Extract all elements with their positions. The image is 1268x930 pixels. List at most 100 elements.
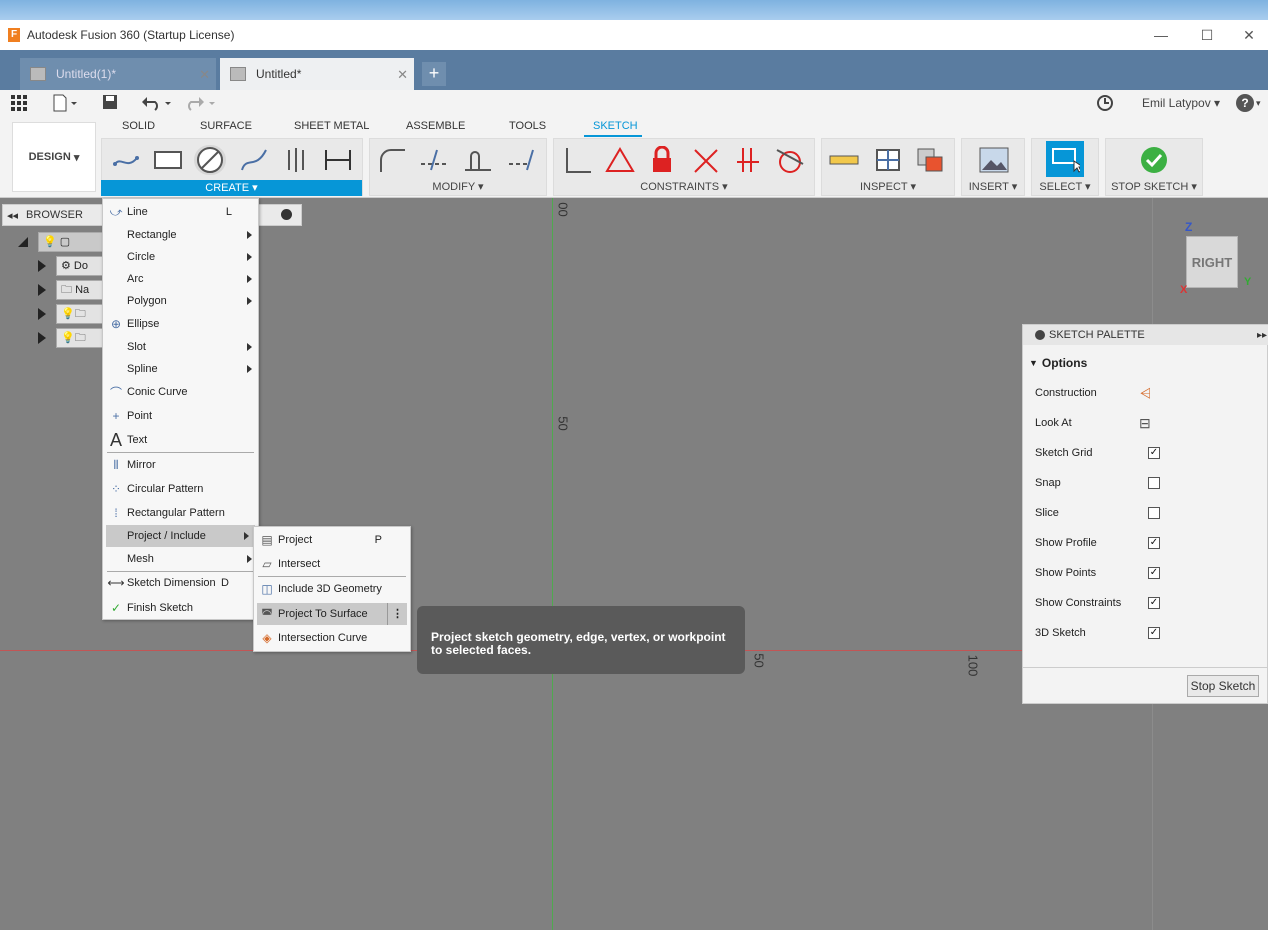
line-tool-icon[interactable] — [110, 145, 142, 175]
menu-item-point[interactable]: + Point — [103, 405, 258, 427]
menu-item-mirror[interactable]: ⫴ Mirror — [103, 454, 258, 476]
offset-tool-icon[interactable] — [462, 145, 494, 175]
menu-item-arc[interactable]: Arc — [103, 268, 258, 290]
menu-item-circle[interactable]: Circle — [103, 246, 258, 268]
finish-sketch-check-icon[interactable] — [1138, 145, 1170, 175]
select-dropdown[interactable]: SELECT ▾ — [1032, 180, 1098, 193]
minimize-browser-icon[interactable] — [281, 209, 292, 220]
spline-tool-icon[interactable] — [238, 145, 270, 175]
select-tool-icon[interactable] — [1046, 141, 1084, 177]
menu-item-sketch-dimension[interactable]: ⟷ Sketch Dimension D — [103, 572, 258, 594]
tangent-constraint-icon[interactable] — [774, 145, 806, 175]
close-tab-icon[interactable]: ✕ — [397, 67, 408, 83]
tree-item-sketches[interactable]: 💡🗀 — [38, 328, 106, 348]
menu-item-spline[interactable]: Spline — [103, 358, 258, 380]
3d-sketch-checkbox[interactable]: ✓ — [1148, 627, 1160, 639]
expand-triangle-icon[interactable] — [38, 284, 46, 296]
circle-tool-icon[interactable] — [194, 145, 226, 175]
snap-checkbox[interactable] — [1148, 477, 1160, 489]
construction-toggle-icon[interactable]: ⩤ — [1140, 385, 1151, 402]
file-menu-icon[interactable] — [52, 94, 78, 112]
show-profile-checkbox[interactable]: ✓ — [1148, 537, 1160, 549]
menu-item-project-to-surface[interactable]: ◚ Project To Surface ⋮ — [257, 603, 407, 625]
stop-sketch-button[interactable]: Stop Sketch — [1187, 675, 1259, 697]
menu-item-line[interactable]: ⤻ Line L — [103, 201, 258, 223]
menu-item-intersection-curve[interactable]: ◈ Intersection Curve — [254, 627, 410, 649]
menu-item-text[interactable]: A Text — [103, 429, 258, 451]
insert-image-icon[interactable] — [978, 145, 1010, 175]
tab-untitled[interactable]: Untitled* ✕ — [220, 58, 414, 90]
expand-triangle-icon[interactable] — [38, 332, 46, 344]
rectangle-tool-icon[interactable] — [152, 145, 184, 175]
tab-sheet-metal[interactable]: SHEET METAL — [294, 120, 369, 132]
redo-icon[interactable] — [186, 94, 218, 112]
horizontal-vertical-constraint-icon[interactable] — [560, 145, 592, 175]
expand-palette-icon[interactable]: ▸▸ — [1257, 330, 1267, 341]
trim-tool-icon[interactable] — [418, 145, 450, 175]
parallel-constraint-icon[interactable] — [732, 145, 764, 175]
tab-tools[interactable]: TOOLS — [509, 120, 546, 132]
maximize-icon[interactable]: ☐ — [1184, 20, 1230, 50]
tree-item-origin[interactable]: 💡🗀 — [38, 304, 106, 324]
menu-item-rectangle[interactable]: Rectangle — [103, 224, 258, 246]
menu-item-intersect[interactable]: ▱ Intersect — [254, 553, 410, 575]
tree-root[interactable]: 💡 ▢ — [18, 232, 108, 252]
collapse-browser-icon[interactable]: ◂◂ — [7, 209, 18, 222]
menu-item-project[interactable]: ▤ Project P — [254, 529, 410, 551]
job-status-clock-icon[interactable] — [1096, 94, 1114, 112]
tab-surface[interactable]: SURFACE — [200, 120, 252, 132]
modify-dropdown[interactable]: MODIFY ▾ — [370, 180, 546, 193]
sketch-grid-checkbox[interactable]: ✓ — [1148, 447, 1160, 459]
tree-item-document-settings[interactable]: ⚙ Do — [38, 256, 106, 276]
show-points-checkbox[interactable]: ✓ — [1148, 567, 1160, 579]
help-icon[interactable]: ? — [1236, 94, 1254, 112]
tree-item-named-views[interactable]: 🗀 Na — [38, 280, 106, 300]
menu-item-include-3d-geometry[interactable]: ◫ Include 3D Geometry — [254, 578, 410, 600]
close-tab-icon[interactable]: ✕ — [199, 67, 210, 83]
viewcube[interactable]: RIGHT — [1186, 236, 1238, 288]
menu-item-rectangular-pattern[interactable]: ⁞ Rectangular Pattern — [103, 502, 258, 524]
menu-item-polygon[interactable]: Polygon — [103, 290, 258, 312]
expand-triangle-icon[interactable] — [38, 260, 46, 272]
tab-untitled-1[interactable]: Untitled(1)* ✕ — [20, 58, 216, 90]
save-icon[interactable] — [102, 94, 118, 112]
workspace-switcher[interactable]: DESIGN ▾ — [12, 122, 96, 192]
options-section-header[interactable]: ▼ Options — [1029, 353, 1249, 373]
sketch-dimension-tool-icon[interactable] — [322, 145, 354, 175]
minimize-icon[interactable]: — — [1138, 20, 1184, 50]
apps-grid-icon[interactable] — [10, 94, 28, 112]
tab-assemble[interactable]: ASSEMBLE — [406, 120, 465, 132]
expand-triangle-icon[interactable] — [38, 308, 46, 320]
more-options-icon[interactable]: ⋮ — [387, 603, 407, 625]
help-dropdown-icon[interactable]: ▾ — [1256, 94, 1261, 112]
user-account-menu[interactable]: Emil Latypov ▾ — [1142, 94, 1220, 112]
constraints-dropdown[interactable]: CONSTRAINTS ▾ — [554, 180, 814, 193]
menu-item-project-include[interactable]: Project / Include — [106, 525, 255, 547]
fillet-tool-icon[interactable] — [376, 145, 408, 175]
section-analysis-icon[interactable] — [872, 145, 904, 175]
perpendicular-constraint-icon[interactable] — [690, 145, 722, 175]
slice-checkbox[interactable] — [1148, 507, 1160, 519]
show-constraints-checkbox[interactable]: ✓ — [1148, 597, 1160, 609]
tab-solid[interactable]: SOLID — [122, 120, 155, 132]
menu-item-conic-curve[interactable]: ⌒ Conic Curve — [103, 381, 258, 403]
expanded-triangle-icon[interactable] — [18, 237, 28, 247]
mirror-tool-icon[interactable] — [280, 145, 312, 175]
stop-sketch-dropdown[interactable]: STOP SKETCH ▾ — [1106, 180, 1202, 193]
create-dropdown[interactable]: CREATE ▾ — [101, 180, 362, 196]
look-at-icon[interactable]: ⊟ — [1139, 415, 1151, 432]
insert-dropdown[interactable]: INSERT ▾ — [962, 180, 1024, 193]
menu-item-ellipse[interactable]: ⊕ Ellipse — [103, 313, 258, 335]
collapse-palette-icon[interactable] — [1035, 330, 1045, 340]
menu-item-mesh[interactable]: Mesh — [103, 548, 258, 570]
inspect-dropdown[interactable]: INSPECT ▾ — [822, 180, 954, 193]
new-tab-button[interactable]: + — [422, 62, 446, 86]
tab-sketch[interactable]: SKETCH — [593, 120, 638, 132]
extend-tool-icon[interactable] — [506, 145, 538, 175]
menu-item-slot[interactable]: Slot — [103, 336, 258, 358]
root-component[interactable]: 💡 ▢ — [38, 232, 108, 252]
fix-unfix-lock-icon[interactable] — [646, 145, 678, 175]
measure-tool-icon[interactable] — [828, 145, 860, 175]
close-window-icon[interactable]: ✕ — [1230, 20, 1268, 50]
menu-item-circular-pattern[interactable]: ⁘ Circular Pattern — [103, 478, 258, 500]
